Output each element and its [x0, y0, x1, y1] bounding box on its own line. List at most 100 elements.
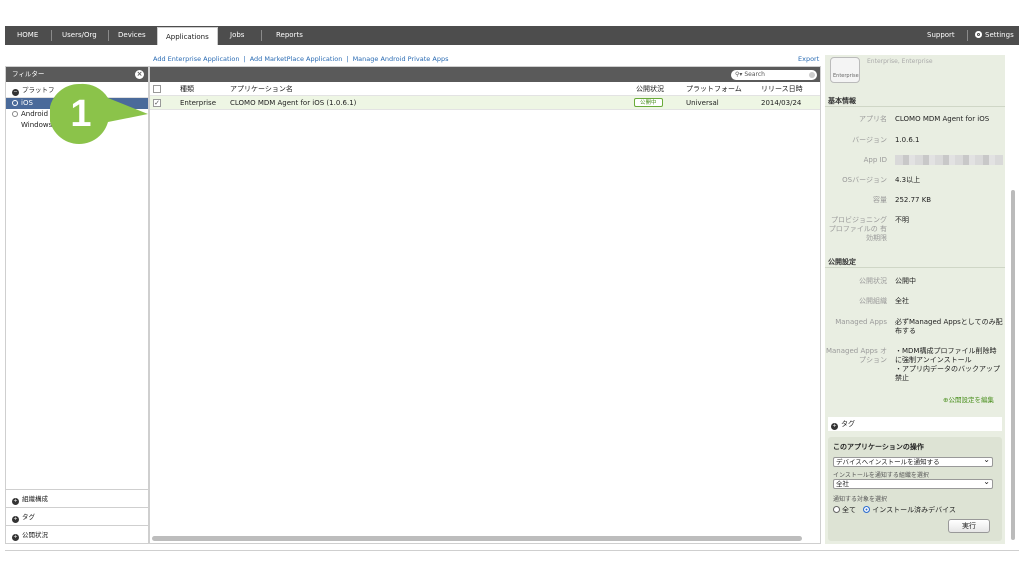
target-label: 通知する対象を選択 — [833, 496, 888, 503]
divider — [825, 106, 1005, 107]
section-label: タグ — [22, 513, 35, 521]
expand-icon: + — [12, 534, 19, 541]
collapse-icon: − — [12, 89, 19, 96]
cell-platform: Universal — [686, 99, 719, 107]
nav-divider — [51, 30, 52, 41]
col-release-date[interactable]: リリース日時 — [761, 82, 803, 96]
size-value: 252.77 KB — [895, 196, 932, 204]
table-row[interactable]: ✓ Enterprise CLOMO MDM Agent for iOS (1.… — [150, 96, 820, 110]
nav-reports[interactable]: Reports — [276, 26, 303, 45]
public-status-value: 公開中 — [895, 277, 916, 285]
search-input[interactable]: ⚲▾ Search — [731, 70, 817, 80]
select-all-checkbox[interactable] — [153, 85, 161, 93]
public-org-key: 公開組織 — [859, 297, 887, 305]
radio-icon — [12, 111, 18, 117]
cell-type: Enterprise — [180, 99, 217, 107]
app-subtitle: Enterprise, Enterprise — [867, 58, 933, 65]
managed-options-key: Managed Apps オプション — [825, 347, 887, 364]
nav-divider — [108, 30, 109, 41]
os-version-key: OSバージョン — [842, 176, 887, 184]
radio-installed[interactable] — [863, 506, 871, 513]
org-select-label: インストールを通知する組織を選択 — [833, 472, 929, 479]
tag-section[interactable]: + タグ — [828, 417, 1002, 431]
filter-close-icon[interactable]: × — [135, 70, 144, 79]
expand-icon: + — [12, 498, 19, 505]
os-label: iOS — [21, 99, 33, 107]
app-icon-label: Enterprise — [833, 73, 859, 79]
table-toolbar: ⚲▾ Search — [150, 67, 820, 82]
section-label: 組織構成 — [22, 495, 48, 503]
add-enterprise-link[interactable]: Add Enterprise Application — [153, 55, 239, 63]
action-links: Add Enterprise Application | Add MarketPla… — [153, 55, 452, 63]
edit-link-label: 公開設定を編集 — [948, 396, 994, 404]
radio-installed-label: インストール済みデバイス — [872, 506, 956, 514]
top-nav: HOME Users/Org Devices Applications Jobs… — [5, 26, 1019, 45]
app-name-key: アプリ名 — [859, 115, 887, 123]
horizontal-scrollbar[interactable] — [152, 536, 802, 541]
basic-info-title: 基本情報 — [828, 97, 856, 105]
col-platform[interactable]: プラットフォーム — [686, 82, 742, 96]
provisioning-value: 不明 — [895, 216, 909, 224]
org-select[interactable]: 全社 — [833, 478, 993, 489]
app-name-value: CLOMO MDM Agent for iOS — [895, 115, 990, 123]
nav-support[interactable]: Support — [927, 26, 955, 45]
search-placeholder: Search — [744, 71, 765, 78]
operations-title: このアプリケーションの操作 — [833, 443, 924, 451]
cell-status: 公開中 — [634, 96, 663, 110]
col-status[interactable]: 公開状況 — [636, 82, 664, 96]
add-marketplace-link[interactable]: Add MarketPlace Application — [250, 55, 343, 63]
link-divider: | — [346, 55, 349, 63]
app-id-value — [895, 155, 1003, 168]
filter-tag-section[interactable]: + タグ — [6, 507, 148, 525]
filter-status-section[interactable]: + 公開状況 — [6, 525, 148, 543]
app-icon: Enterprise — [830, 57, 860, 83]
detail-scrollbar[interactable] — [1011, 190, 1015, 540]
managed-option-uninstall: ・MDM構成プロファイル削除時に強制アンインストール — [895, 347, 997, 364]
bottom-divider — [5, 550, 1019, 551]
manage-android-link[interactable]: Manage Android Private Apps — [353, 55, 449, 63]
applications-table: ⚲▾ Search 種類 アプリケーション名 公開状況 プラットフォーム リリー… — [149, 66, 821, 544]
nav-divider — [261, 30, 262, 41]
nav-home[interactable]: HOME — [17, 26, 38, 45]
nav-settings[interactable]: Settings — [975, 26, 1014, 45]
filter-org-section[interactable]: + 組織構成 — [6, 489, 148, 507]
os-label: Windows — [21, 121, 53, 129]
export-link[interactable]: Export — [798, 55, 819, 63]
app-operations: このアプリケーションの操作 デバイスへインストールを通知する インストールを通知… — [828, 437, 1002, 541]
gear-icon — [975, 31, 982, 38]
search-icon: ⚲▾ — [735, 71, 743, 78]
public-org-value: 全社 — [895, 297, 909, 305]
col-name[interactable]: アプリケーション名 — [230, 82, 293, 96]
action-select[interactable]: デバイスへインストールを通知する — [833, 456, 993, 467]
row-checkbox[interactable]: ✓ — [153, 99, 161, 107]
link-divider: | — [243, 55, 246, 63]
nav-jobs[interactable]: Jobs — [230, 26, 244, 45]
filter-title: フィルター — [12, 70, 45, 78]
nav-divider — [967, 30, 968, 41]
table-header: 種類 アプリケーション名 公開状況 プラットフォーム リリース日時 — [150, 82, 820, 96]
divider — [825, 267, 1005, 268]
edit-public-settings-link[interactable]: ⊕公開設定を編集 — [943, 394, 994, 404]
cell-release-date: 2014/03/24 — [761, 99, 802, 107]
os-version-value: 4.3以上 — [895, 176, 921, 184]
managed-apps-key: Managed Apps — [835, 318, 887, 326]
public-settings-title: 公開設定 — [828, 258, 856, 266]
nav-devices[interactable]: Devices — [118, 26, 146, 45]
clear-icon[interactable] — [809, 72, 815, 78]
nav-users-org[interactable]: Users/Org — [62, 26, 97, 45]
version-key: バージョン — [852, 136, 887, 144]
radio-all[interactable] — [833, 506, 840, 513]
section-label: 公開状況 — [22, 531, 48, 539]
app-detail-panel: Enterprise Enterprise, Enterprise 基本情報 ア… — [825, 55, 1013, 544]
redacted-app-id — [895, 155, 1003, 165]
col-type[interactable]: 種類 — [180, 82, 194, 96]
run-button[interactable]: 実行 — [948, 519, 990, 533]
settings-label: Settings — [985, 31, 1014, 39]
filter-header: フィルター × — [6, 67, 148, 82]
app-id-key: App ID — [863, 156, 887, 164]
target-radio-group: 全て インストール済みデバイス — [833, 505, 956, 515]
version-value: 1.0.6.1 — [895, 136, 920, 144]
nav-applications[interactable]: Applications — [157, 27, 218, 45]
expand-icon: + — [12, 516, 19, 523]
os-label: Android — [21, 110, 49, 118]
